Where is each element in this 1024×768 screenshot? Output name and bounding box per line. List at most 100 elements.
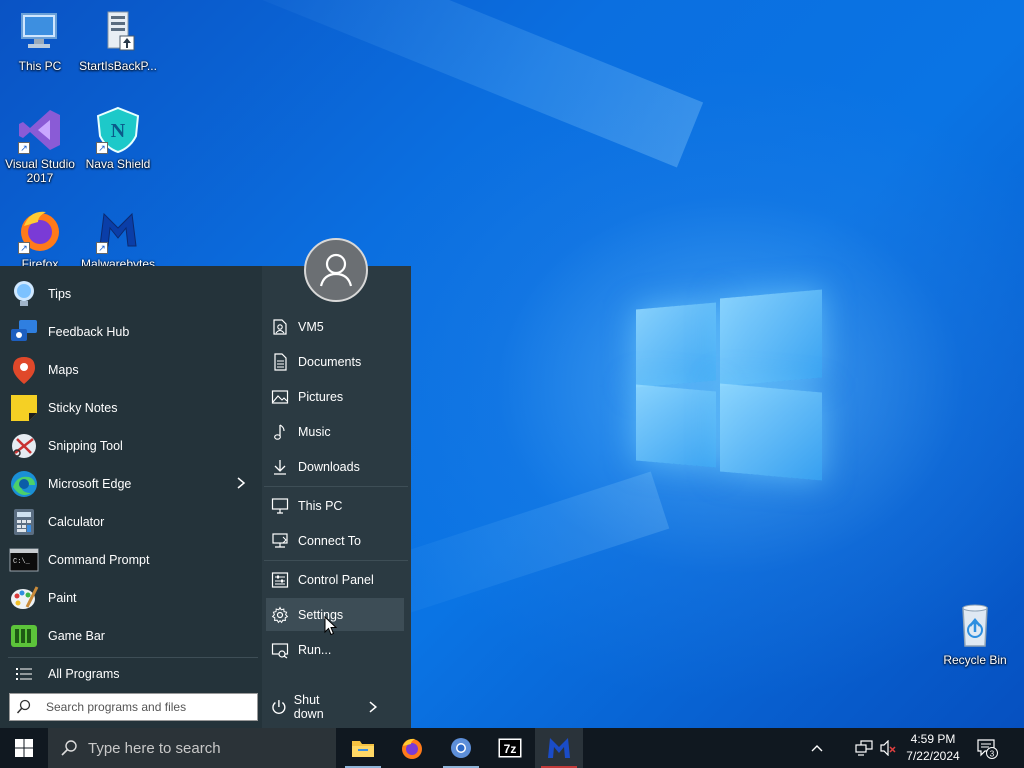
taskbar-malwarebytes[interactable]	[535, 728, 583, 768]
app-item-snipping-tool[interactable]: Snipping Tool	[8, 428, 260, 464]
chromium-icon	[451, 738, 471, 758]
svg-text:7z: 7z	[504, 742, 517, 756]
user-icon	[319, 253, 353, 287]
app-item-maps[interactable]: Maps	[8, 352, 260, 388]
notification-count-badge: 3	[990, 750, 995, 759]
right-item-this-pc[interactable]: This PC	[266, 489, 404, 522]
start-menu: Tips Feedback Hub Maps Sticky Notes Snip…	[0, 266, 411, 728]
right-item-control-panel[interactable]: Control Panel	[266, 563, 404, 596]
start-menu-app-list: Tips Feedback Hub Maps Sticky Notes Snip…	[0, 266, 262, 728]
edge-icon	[8, 468, 40, 500]
taskbar-7zip[interactable]: 7z	[486, 728, 534, 768]
music-icon	[270, 422, 290, 442]
app-item-feedback-hub[interactable]: Feedback Hub	[8, 314, 260, 350]
desktop-icon-startisback[interactable]: StartIsBackP...	[78, 8, 158, 73]
start-button[interactable]	[0, 728, 48, 768]
user-avatar[interactable]	[304, 238, 368, 302]
show-hidden-icons-button[interactable]	[804, 728, 830, 768]
start-search-box[interactable]	[9, 693, 258, 721]
right-item-vm5[interactable]: VM5	[266, 310, 404, 343]
list-icon	[8, 658, 40, 690]
sticky-notes-icon	[8, 392, 40, 424]
documents-icon	[270, 352, 290, 372]
chevron-right-icon[interactable]	[366, 700, 380, 714]
paint-icon	[8, 582, 40, 614]
notifications-icon: 3	[977, 739, 998, 759]
network-icon	[855, 740, 873, 756]
network-connect-icon	[270, 531, 290, 551]
search-icon	[61, 740, 77, 756]
taskbar-search-box[interactable]: Type here to search	[48, 728, 336, 768]
this-pc-icon	[16, 8, 64, 56]
right-item-connect-to[interactable]: Connect To	[266, 524, 404, 557]
feedback-hub-icon	[8, 316, 40, 348]
calculator-icon	[8, 506, 40, 538]
shortcut-arrow-icon: ↗	[96, 242, 108, 254]
firefox-icon	[402, 738, 422, 759]
gear-icon	[270, 605, 290, 625]
command-prompt-icon: C:\_	[8, 544, 40, 576]
volume-button[interactable]	[876, 728, 900, 768]
divider	[264, 486, 408, 487]
firefox-icon: ↗	[16, 206, 64, 254]
7zip-icon: 7z	[498, 738, 522, 758]
chevron-right-icon[interactable]	[234, 476, 248, 490]
tips-icon	[8, 278, 40, 310]
app-item-microsoft-edge[interactable]: Microsoft Edge	[8, 466, 260, 502]
game-bar-icon	[8, 620, 40, 652]
visual-studio-icon: ↗	[16, 106, 64, 154]
nava-shield-icon: N ↗	[94, 106, 142, 154]
search-icon	[16, 699, 31, 714]
desktop-icon-firefox[interactable]: ↗ Firefox	[0, 206, 80, 271]
right-item-run[interactable]: Run...	[266, 633, 404, 666]
malwarebytes-icon	[548, 738, 570, 758]
clock-date: 7/22/2024	[906, 749, 960, 763]
startisback-installer-icon	[94, 8, 142, 56]
taskbar: Type here to search 7z 4:59 PM 7/22/2024…	[0, 728, 1024, 768]
right-item-downloads[interactable]: Downloads	[266, 450, 404, 483]
mouse-cursor-icon	[324, 616, 338, 636]
network-status-button[interactable]	[852, 728, 876, 768]
right-item-documents[interactable]: Documents	[266, 345, 404, 378]
run-icon	[270, 640, 290, 660]
clock-time: 4:59 PM	[910, 732, 956, 746]
desktop-icon-malwarebytes[interactable]: ↗ Malwarebytes	[78, 206, 158, 271]
start-search-input[interactable]	[46, 700, 246, 714]
desktop-icon-this-pc[interactable]: This PC	[0, 8, 80, 73]
app-item-paint[interactable]: Paint	[8, 580, 260, 616]
app-item-calculator[interactable]: Calculator	[8, 504, 260, 540]
app-item-tips[interactable]: Tips	[8, 276, 260, 312]
volume-muted-icon	[880, 740, 896, 756]
right-item-pictures[interactable]: Pictures	[266, 380, 404, 413]
downloads-icon	[270, 457, 290, 477]
shortcut-arrow-icon: ↗	[18, 242, 30, 254]
app-item-game-bar[interactable]: Game Bar	[8, 618, 260, 654]
all-programs-button[interactable]: All Programs	[8, 656, 260, 692]
app-item-sticky-notes[interactable]: Sticky Notes	[8, 390, 260, 426]
taskbar-search-placeholder: Type here to search	[88, 739, 221, 757]
malwarebytes-icon: ↗	[94, 206, 142, 254]
shutdown-button[interactable]: Shut down	[270, 693, 380, 721]
recycle-bin-icon	[951, 602, 999, 650]
user-folder-icon	[270, 317, 290, 337]
svg-text:N: N	[111, 120, 126, 142]
shortcut-arrow-icon: ↗	[96, 142, 108, 154]
snipping-tool-icon	[8, 430, 40, 462]
maps-icon	[8, 354, 40, 386]
chevron-up-icon	[811, 745, 823, 752]
divider	[264, 560, 408, 561]
taskbar-clock[interactable]: 4:59 PM 7/22/2024	[900, 731, 966, 765]
desktop-icon-nava-shield[interactable]: N ↗ Nava Shield	[78, 106, 158, 171]
right-item-music[interactable]: Music	[266, 415, 404, 448]
taskbar-chromium[interactable]	[437, 728, 485, 768]
desktop-icon-recycle-bin[interactable]: Recycle Bin	[935, 602, 1015, 667]
taskbar-firefox[interactable]	[388, 728, 436, 768]
file-explorer-icon	[352, 741, 374, 757]
shutdown-label: Shut down	[293, 693, 324, 721]
app-item-command-prompt[interactable]: C:\_ Command Prompt	[8, 542, 260, 578]
wallpaper-light-beam	[194, 0, 704, 168]
control-panel-icon	[270, 570, 290, 590]
action-center-button[interactable]: 3	[972, 728, 1002, 768]
desktop-icon-visual-studio[interactable]: ↗ Visual Studio 2017	[0, 106, 80, 185]
taskbar-file-explorer[interactable]	[339, 728, 387, 768]
